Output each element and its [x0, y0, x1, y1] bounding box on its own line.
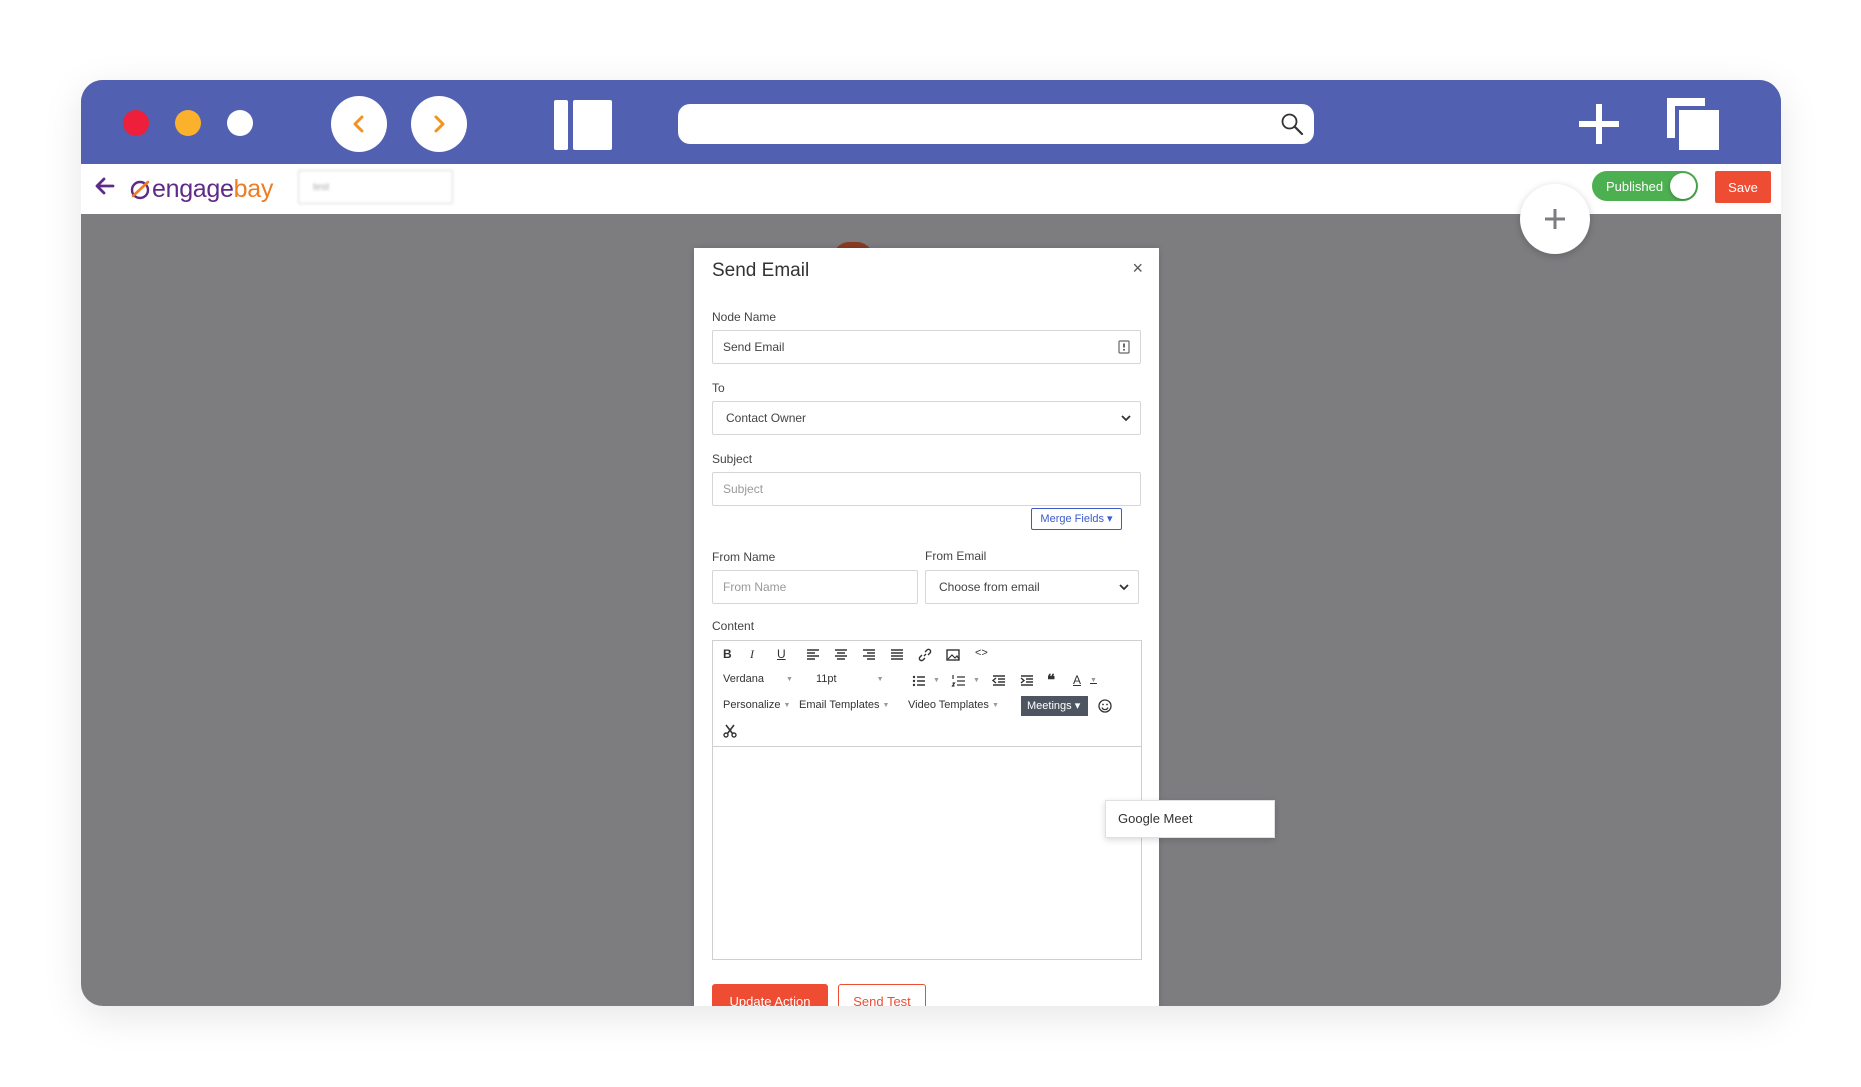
- sidebar-toggle-icon[interactable]: [554, 100, 612, 150]
- font-size-value: 11pt: [816, 673, 837, 685]
- email-templates-label: Email Templates: [799, 699, 880, 711]
- browser-back-button[interactable]: [331, 96, 387, 152]
- contact-card-icon[interactable]: [1118, 340, 1130, 354]
- published-toggle[interactable]: Published: [1592, 171, 1698, 201]
- caret-down-icon: ▼: [1090, 676, 1097, 684]
- engagebay-mark-icon: [130, 180, 150, 200]
- bullet-list-icon[interactable]: [911, 673, 927, 689]
- outdent-icon[interactable]: [991, 673, 1007, 689]
- email-templates-dropdown[interactable]: Email Templates ▼: [799, 699, 889, 711]
- engagebay-logo[interactable]: engagebay: [129, 172, 273, 206]
- meetings-dropdown-menu: Google Meet: [1105, 800, 1275, 838]
- caret-down-icon[interactable]: ▼: [933, 677, 940, 684]
- editor-toolbar: B I U <> Verdana ▼ 11pt ▼ ▼ ▼ ❝ A ▼ Pers…: [713, 641, 1141, 747]
- to-select[interactable]: Contact Owner: [712, 401, 1141, 435]
- update-action-button[interactable]: Update Action: [712, 984, 828, 1006]
- numbered-list-icon[interactable]: [951, 673, 967, 689]
- subject-input[interactable]: Subject: [712, 472, 1141, 506]
- italic-button[interactable]: I: [750, 647, 754, 662]
- close-modal-button[interactable]: ×: [1132, 258, 1143, 279]
- browser-chrome: [81, 80, 1781, 164]
- subject-label: Subject: [712, 452, 753, 466]
- minimize-window-dot[interactable]: [175, 110, 201, 136]
- send-email-modal: Send Email × Node Name Send Email To Con…: [694, 248, 1159, 1006]
- send-test-button[interactable]: Send Test: [838, 984, 926, 1006]
- caret-down-icon: ▼: [991, 701, 999, 709]
- from-name-input[interactable]: From Name: [712, 570, 918, 604]
- align-justify-icon[interactable]: [889, 647, 905, 663]
- chevron-right-icon: [434, 115, 445, 133]
- address-bar[interactable]: [678, 104, 1314, 144]
- content-editor[interactable]: B I U <> Verdana ▼ 11pt ▼ ▼ ▼ ❝ A ▼ Pers…: [712, 640, 1142, 960]
- font-family-select[interactable]: Verdana ▼: [723, 673, 793, 685]
- close-window-dot[interactable]: [123, 110, 149, 136]
- font-size-select[interactable]: 11pt ▼: [816, 673, 884, 685]
- chevron-down-icon: [1119, 584, 1129, 591]
- bold-button[interactable]: B: [723, 647, 732, 661]
- caret-down-icon: ▼: [882, 701, 890, 709]
- modal-title: Send Email: [712, 260, 810, 281]
- text-color-button[interactable]: A ▼: [1073, 673, 1097, 687]
- caret-down-icon[interactable]: ▼: [973, 677, 980, 684]
- personalize-dropdown[interactable]: Personalize ▼: [723, 699, 790, 711]
- toggle-knob: [1670, 173, 1696, 199]
- personalize-label: Personalize: [723, 699, 781, 711]
- caret-down-icon: ▼: [876, 675, 884, 683]
- browser-forward-button[interactable]: [411, 96, 467, 152]
- copy-window-icon[interactable]: [1665, 96, 1721, 152]
- caret-down-icon: ▼: [783, 701, 791, 709]
- align-left-icon[interactable]: [805, 647, 821, 663]
- from-email-select[interactable]: Choose from email: [925, 570, 1139, 604]
- logo-text-engage: engage: [152, 174, 234, 203]
- node-name-label: Node Name: [712, 310, 777, 324]
- published-label: Published: [1606, 179, 1664, 194]
- maximize-window-dot[interactable]: [227, 110, 253, 136]
- logo-text-bay: bay: [233, 174, 274, 203]
- video-templates-label: Video Templates: [908, 699, 989, 711]
- node-name-input[interactable]: Send Email: [712, 330, 1141, 364]
- blockquote-button[interactable]: ❝: [1047, 671, 1055, 689]
- video-templates-dropdown[interactable]: Video Templates ▼: [908, 699, 999, 711]
- add-node-button[interactable]: [1520, 184, 1590, 254]
- caret-down-icon: ▼: [785, 675, 793, 683]
- merge-fields-button[interactable]: Merge Fields ▾: [1031, 508, 1122, 530]
- save-button[interactable]: Save: [1715, 171, 1771, 203]
- content-label: Content: [712, 619, 755, 633]
- font-family-value: Verdana: [723, 673, 764, 685]
- indent-icon[interactable]: [1019, 673, 1035, 689]
- emoji-icon[interactable]: [1097, 698, 1113, 714]
- text-color-glyph: A: [1073, 673, 1082, 687]
- chevron-left-icon: [353, 115, 364, 133]
- underline-button[interactable]: U: [777, 647, 786, 661]
- arrow-left-icon[interactable]: [93, 174, 117, 198]
- chevron-down-icon: [1121, 415, 1131, 422]
- from-email-value: Choose from email: [939, 580, 1040, 594]
- remove-format-icon[interactable]: [722, 723, 738, 739]
- search-icon[interactable]: [1280, 112, 1304, 136]
- plus-icon: [1545, 209, 1565, 229]
- to-select-value: Contact Owner: [726, 411, 807, 425]
- image-icon[interactable]: [945, 647, 961, 663]
- workflow-name-input[interactable]: test: [298, 170, 453, 204]
- align-center-icon[interactable]: [833, 647, 849, 663]
- link-icon[interactable]: [917, 647, 933, 663]
- source-code-button[interactable]: <>: [975, 647, 988, 659]
- align-right-icon[interactable]: [861, 647, 877, 663]
- from-name-label: From Name: [712, 550, 776, 564]
- node-name-value: Send Email: [723, 340, 785, 354]
- from-email-label: From Email: [925, 549, 987, 563]
- new-tab-plus-icon[interactable]: [1579, 104, 1619, 144]
- meetings-dropdown-button[interactable]: Meetings ▾: [1021, 696, 1088, 716]
- browser-window: engagebay test Published Save Send Email…: [81, 80, 1781, 1006]
- google-meet-option[interactable]: Google Meet: [1118, 811, 1192, 826]
- to-label: To: [712, 381, 725, 395]
